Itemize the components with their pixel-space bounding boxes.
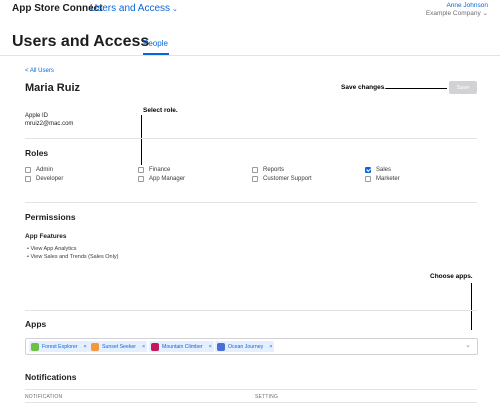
app-icon xyxy=(217,342,225,351)
chip-label: Mountain Climber xyxy=(162,343,203,350)
chevron-down-icon: ⌄ xyxy=(482,10,488,17)
role-sales[interactable]: Sales xyxy=(365,167,391,173)
permission-item: • View App Analytics xyxy=(27,246,77,252)
role-label: Finance xyxy=(149,167,171,173)
apple-id-value: mruiz2@mac.com xyxy=(25,121,74,127)
role-customer-support[interactable]: Customer Support xyxy=(252,176,312,182)
account-org: Example Company xyxy=(425,10,481,17)
app-features-heading: App Features xyxy=(25,233,67,240)
checkbox[interactable] xyxy=(365,176,371,182)
account-menu[interactable]: Anne Johnson Example Company ⌄ xyxy=(426,2,488,18)
role-reports[interactable]: Reports xyxy=(252,167,284,173)
app-chip-ocean-journey[interactable]: Ocean Journey × xyxy=(215,341,275,352)
save-callout: Save changes. xyxy=(341,84,387,91)
chip-label: Ocean Journey xyxy=(228,343,264,350)
divider xyxy=(25,202,477,203)
apps-callout: Choose apps. xyxy=(430,273,473,280)
tab-people[interactable]: People xyxy=(143,39,168,48)
chevron-down-icon: ⌄ xyxy=(172,5,178,13)
column-header-notification: NOTIFICATION xyxy=(25,394,63,400)
role-label: Marketer xyxy=(376,176,400,182)
checkbox[interactable] xyxy=(252,176,258,182)
role-label: Sales xyxy=(376,167,392,173)
apps-callout-line xyxy=(471,283,472,330)
permission-text: View Sales and Trends (Sales Only) xyxy=(30,254,119,260)
checkbox[interactable] xyxy=(25,176,31,182)
section-label: Users and Access xyxy=(90,3,171,14)
roles-heading: Roles xyxy=(25,148,49,158)
app-icon xyxy=(151,342,159,351)
remove-chip-icon[interactable]: × xyxy=(142,344,145,350)
role-label: Customer Support xyxy=(263,176,312,182)
role-developer[interactable]: Developer xyxy=(25,176,63,182)
role-admin[interactable]: Admin xyxy=(25,167,53,173)
role-callout-line xyxy=(141,115,142,165)
role-finance[interactable]: Finance xyxy=(138,167,170,173)
role-app-manager[interactable]: App Manager xyxy=(138,176,185,182)
divider xyxy=(25,402,477,403)
column-header-setting: SETTING xyxy=(255,394,279,400)
app-chip-forest-explorer[interactable]: Forest Explorer × xyxy=(29,341,89,352)
checkbox[interactable] xyxy=(25,167,31,173)
account-name: Anne Johnson xyxy=(446,2,488,9)
chip-label: Sunset Seeker xyxy=(102,343,137,350)
divider xyxy=(25,310,477,311)
apple-id-label: Apple ID xyxy=(25,113,49,119)
save-button[interactable]: Save xyxy=(449,81,477,94)
divider xyxy=(25,138,477,139)
section-switcher[interactable]: Users and Access ⌄ xyxy=(90,3,178,14)
header-divider xyxy=(0,55,500,56)
permissions-heading: Permissions xyxy=(25,212,76,222)
checkbox-checked[interactable] xyxy=(365,167,371,173)
role-label: App Manager xyxy=(149,176,186,182)
role-label: Admin xyxy=(36,167,54,173)
save-callout-line xyxy=(386,88,447,89)
permission-text: View App Analytics xyxy=(30,246,77,252)
user-name: Maria Ruiz xyxy=(25,82,81,94)
app-chip-sunset-seeker[interactable]: Sunset Seeker × xyxy=(89,341,148,352)
app-icon xyxy=(31,342,39,351)
role-label: Developer xyxy=(36,176,64,182)
app-chip-mountain-climber[interactable]: Mountain Climber × xyxy=(149,341,214,352)
role-marketer[interactable]: Marketer xyxy=(365,176,400,182)
app-icon xyxy=(91,342,99,351)
checkbox[interactable] xyxy=(252,167,258,173)
app-title: App Store Connect xyxy=(12,3,103,14)
divider xyxy=(25,389,477,390)
all-users-link[interactable]: < All Users xyxy=(25,68,54,74)
notifications-heading: Notifications xyxy=(25,372,77,382)
remove-chip-icon[interactable]: × xyxy=(83,344,86,350)
checkbox[interactable] xyxy=(138,167,144,173)
role-callout: Select role. xyxy=(143,107,178,114)
remove-chip-icon[interactable]: × xyxy=(209,344,212,350)
chip-label: Forest Explorer xyxy=(42,343,78,350)
role-label: Reports xyxy=(263,167,285,173)
permission-item: • View Sales and Trends (Sales Only) xyxy=(27,254,119,260)
page-title: Users and Access xyxy=(12,33,150,50)
apps-heading: Apps xyxy=(25,319,47,329)
remove-chip-icon[interactable]: × xyxy=(269,344,272,350)
checkbox[interactable] xyxy=(138,176,144,182)
chevron-down-icon[interactable]: ⌄ xyxy=(465,341,471,349)
account-org-row: Example Company ⌄ xyxy=(426,10,488,18)
